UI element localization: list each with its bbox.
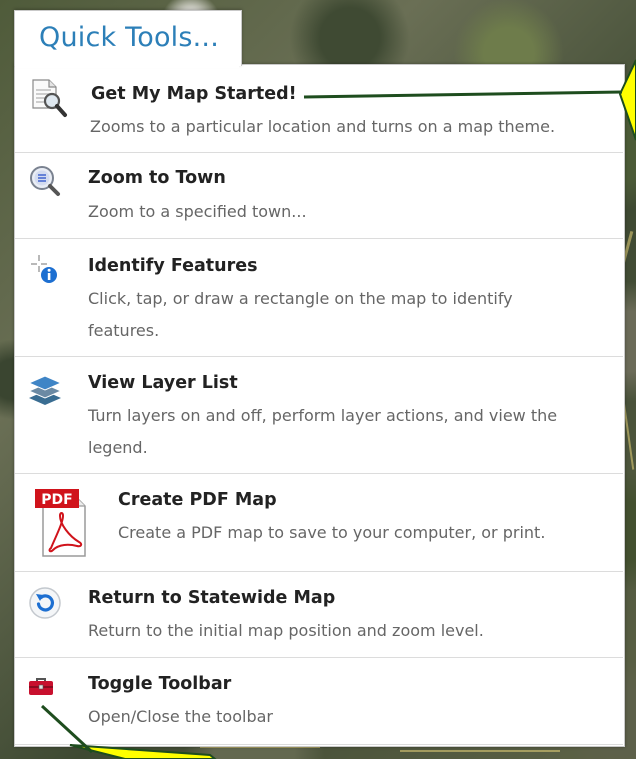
tool-title: Create PDF Map	[118, 490, 277, 510]
tool-title: View Layer List	[88, 373, 238, 393]
tool-description: Return to the initial map position and z…	[88, 621, 484, 640]
tool-description: Create a PDF map to save to your compute…	[118, 523, 546, 542]
tool-description: Click, tap, or draw a rectangle on the m…	[88, 289, 513, 340]
tool-description: Turn layers on and off, perform layer ac…	[88, 406, 558, 457]
tool-return-to-statewide-map[interactable]: Return to Statewide Map Return to the in…	[15, 572, 623, 658]
quick-tools-tab[interactable]: Quick Tools...	[14, 10, 242, 66]
tool-title: Identify Features	[88, 256, 258, 276]
map-road	[400, 750, 560, 752]
tool-view-layer-list[interactable]: View Layer List Turn layers on and off, …	[15, 357, 623, 474]
tool-title: Return to Statewide Map	[88, 588, 336, 608]
magnifier-document-icon	[29, 78, 69, 118]
tool-title: Zoom to Town	[88, 168, 226, 188]
layers-icon	[25, 371, 65, 411]
tool-zoom-to-town[interactable]: Zoom to Town Zoom to a specified town...	[15, 153, 623, 239]
tool-title: Get My Map Started!	[91, 84, 297, 104]
tool-toggle-toolbar[interactable]: Toggle Toolbar Open/Close the toolbar	[15, 658, 623, 745]
quick-tools-title: Quick Tools...	[39, 22, 219, 53]
identify-info-icon	[27, 253, 67, 293]
tool-title: Toggle Toolbar	[88, 674, 232, 694]
tool-description: Zoom to a specified town...	[88, 202, 307, 221]
zoom-list-icon	[27, 163, 67, 203]
tool-description: Zooms to a particular location and turns…	[90, 117, 556, 136]
pdf-icon-label: PDF	[41, 492, 72, 508]
refresh-icon	[27, 585, 67, 625]
tool-create-pdf-map[interactable]: PDF Create PDF Map Create a PDF map to s…	[15, 474, 623, 572]
tool-get-my-map-started[interactable]: Get My Map Started! Zooms to a particula…	[15, 66, 623, 153]
toolbox-icon	[27, 672, 67, 712]
tool-identify-features[interactable]: Identify Features Click, tap, or draw a …	[15, 239, 623, 357]
map-background: Quick Tools... Get My Map Started! Zooms…	[0, 0, 636, 759]
pdf-icon: PDF	[33, 486, 91, 558]
tool-description: Open/Close the toolbar	[88, 707, 273, 726]
